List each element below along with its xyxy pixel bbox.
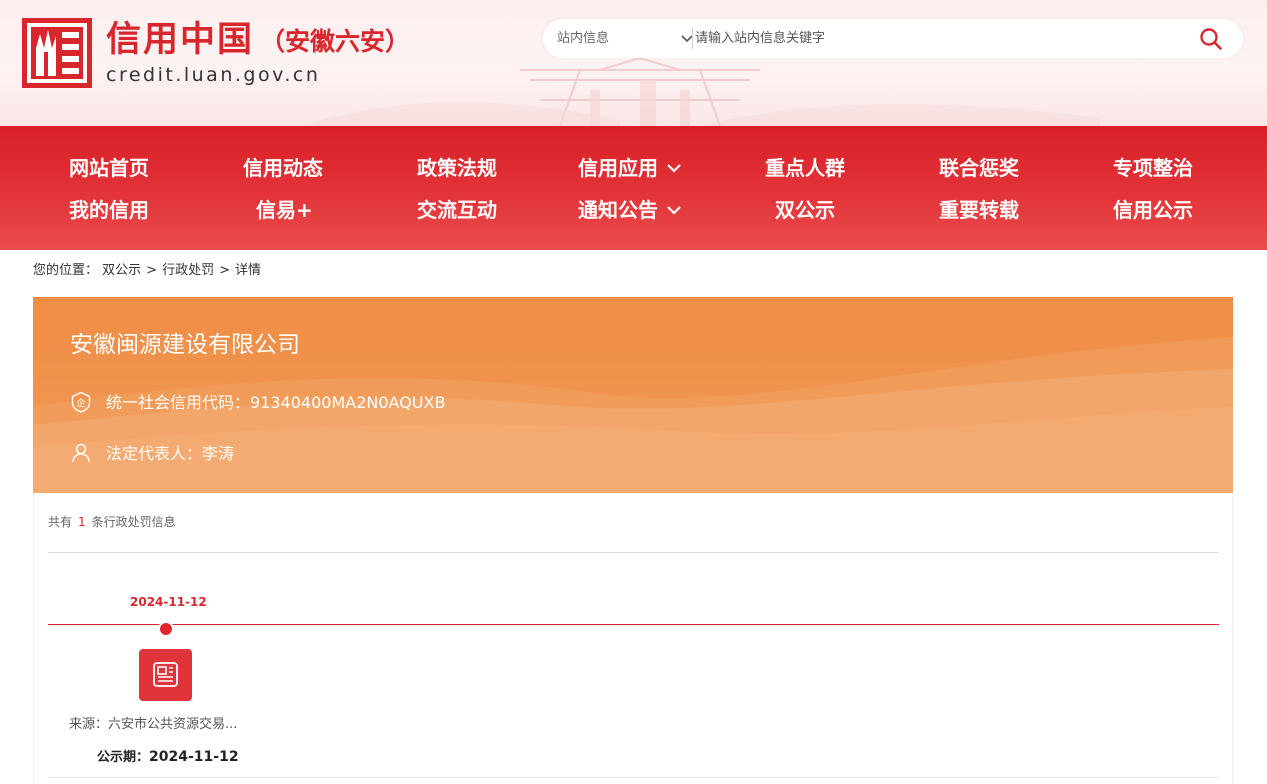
nav-item-reprints[interactable]: 重要转载 (939, 196, 1019, 224)
breadcrumb-item-current: 详情 (235, 263, 262, 278)
record-count-prefix: 共有 (48, 515, 73, 529)
nav-item-special-rectification[interactable]: 专项整治 (1113, 154, 1193, 182)
entity-banner: 安徽闽源建设有限公司 企 统一社会信用代码：91340400MA2N0AQUXB… (33, 297, 1233, 493)
nav-item-credit-news[interactable]: 信用动态 (243, 154, 323, 182)
enterprise-icon: 企 (71, 391, 91, 413)
record-count: 共有 1 条行政处罚信息 (48, 513, 176, 531)
person-icon (72, 443, 90, 463)
breadcrumb-separator: > (219, 263, 230, 278)
svg-text:企: 企 (76, 397, 85, 409)
divider (48, 777, 1219, 778)
nav-item-key-groups[interactable]: 重点人群 (765, 154, 845, 182)
publish-date: 2024-11-12 (149, 749, 239, 765)
breadcrumb: 您的位置： 双公示 > 行政处罚 > 详情 (33, 261, 261, 281)
search-scope-select[interactable]: 站内信息 (557, 19, 693, 58)
penalty-records-panel: 共有 1 条行政处罚信息 2024-11-12 来源：六安市公共资源交易... 公示… (33, 493, 1233, 784)
site-subtitle: （安徽六安） (260, 27, 411, 56)
nav-item-policy[interactable]: 政策法规 (417, 154, 497, 182)
search-input[interactable] (695, 24, 1175, 53)
nav-item-xinyi-plus[interactable]: 信易+ (256, 196, 313, 224)
nav-item-credit-publicity[interactable]: 信用公示 (1113, 196, 1193, 224)
main-nav: 网站首页 信用动态 政策法规 信用应用 重点人群 联合惩奖 专项整治 我的信用 … (0, 126, 1267, 250)
credit-code-value: 91340400MA2N0AQUXB (250, 393, 446, 412)
nav-item-interaction[interactable]: 交流互动 (417, 196, 497, 224)
search-bar: 站内信息 (543, 19, 1243, 58)
record-card-button[interactable] (139, 649, 192, 701)
chevron-down-icon (667, 206, 681, 215)
nav-item-credit-apps[interactable]: 信用应用 (578, 154, 682, 182)
record-count-suffix: 条行政处罚信息 (91, 515, 176, 529)
record-publish-period: 公示期：2024-11-12 (97, 747, 239, 768)
nav-item-home[interactable]: 网站首页 (69, 154, 149, 182)
site-title: 信用中国 (106, 20, 255, 60)
nav-item-rewards-penalties[interactable]: 联合惩奖 (939, 154, 1019, 182)
nav-item-label: 信用应用 (578, 156, 658, 180)
timeline-dot (158, 621, 174, 637)
breadcrumb-item-admin-penalty[interactable]: 行政处罚 (162, 263, 214, 278)
nav-item-notices[interactable]: 通知公告 (578, 196, 682, 224)
legal-rep-label: 法定代表人： (106, 444, 203, 463)
breadcrumb-prefix: 您的位置： (33, 263, 99, 278)
chevron-down-icon (667, 164, 681, 173)
document-icon (153, 662, 178, 687)
legal-rep-value: 李涛 (202, 444, 235, 463)
nav-item-label: 通知公告 (578, 198, 658, 222)
search-scope-value: 站内信息 (557, 31, 610, 46)
credit-code-label: 统一社会信用代码： (106, 393, 251, 412)
breadcrumb-item-double-publicity[interactable]: 双公示 (102, 263, 141, 278)
divider (48, 552, 1219, 553)
record-source[interactable]: 来源：六安市公共资源交易... (69, 715, 237, 735)
company-name: 安徽闽源建设有限公司 (70, 332, 300, 358)
timeline-line (48, 624, 1219, 625)
site-logo-icon (22, 18, 92, 88)
site-domain: credit.luan.gov.cn (106, 64, 321, 86)
nav-item-my-credit[interactable]: 我的信用 (69, 196, 149, 224)
publish-label: 公示期： (97, 750, 150, 765)
timeline-date: 2024-11-12 (130, 595, 207, 609)
site-header: 信用中国 （安徽六安） credit.luan.gov.cn 站内信息 (0, 0, 1267, 126)
search-divider (692, 28, 693, 49)
search-icon[interactable] (1199, 27, 1223, 51)
record-count-number: 1 (78, 515, 86, 529)
nav-item-double-publicity[interactable]: 双公示 (775, 196, 835, 224)
breadcrumb-separator: > (146, 263, 158, 278)
